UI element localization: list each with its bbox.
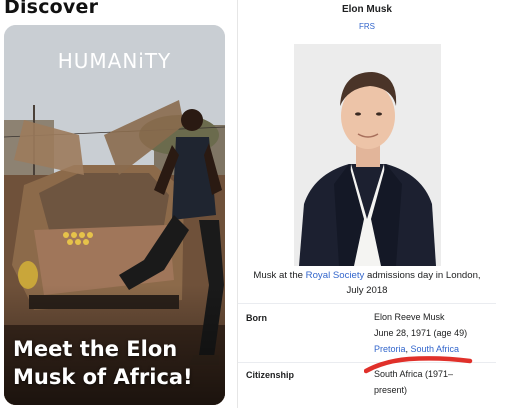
birth-name: Elon Reeve Musk xyxy=(374,312,445,322)
humanity-logo: HUMANiTY xyxy=(57,49,172,73)
caption-text-before: Musk at the xyxy=(253,270,306,281)
portrait-caption: Musk at the Royal Society admissions day… xyxy=(246,268,488,298)
born-value: Elon Reeve Musk June 28, 1971 (age 49) P… xyxy=(374,309,492,357)
infobox-title: Elon Musk xyxy=(341,4,392,15)
row-divider xyxy=(238,303,496,304)
citizenship-label: Citizenship xyxy=(246,370,295,380)
born-label: Born xyxy=(246,313,267,323)
pretoria-link[interactable]: Pretoria xyxy=(374,344,406,354)
birth-place: Pretoria, South Africa xyxy=(374,341,492,357)
infobox-subtitle-link[interactable]: FRS xyxy=(238,22,496,31)
caption-text-after: admissions day in London, July 2018 xyxy=(346,270,481,296)
story-headline: Meet the Elon Musk of Africa! xyxy=(13,337,193,389)
story-card[interactable]: HUMANiTY Meet the Elon Musk of Africa! xyxy=(4,25,225,405)
royal-society-link[interactable]: Royal Society xyxy=(306,270,365,281)
wikipedia-infobox: Elon Musk FRS Musk at the Royal Society … xyxy=(238,0,496,408)
row-divider xyxy=(238,362,496,363)
birth-date: June 28, 1971 (age 49) xyxy=(374,328,468,338)
discover-heading: Discover xyxy=(4,0,99,18)
citizenship-value: South Africa (1971– present) xyxy=(374,366,492,398)
screenshot-root: Discover HUMANiTY Meet the Elon Musk of … xyxy=(0,0,506,408)
citizenship-line-1: South Africa (1971– xyxy=(374,369,454,379)
portrait-photo xyxy=(294,44,441,266)
south-africa-link[interactable]: South Africa xyxy=(411,344,460,354)
citizenship-line-2: present) xyxy=(374,385,408,395)
